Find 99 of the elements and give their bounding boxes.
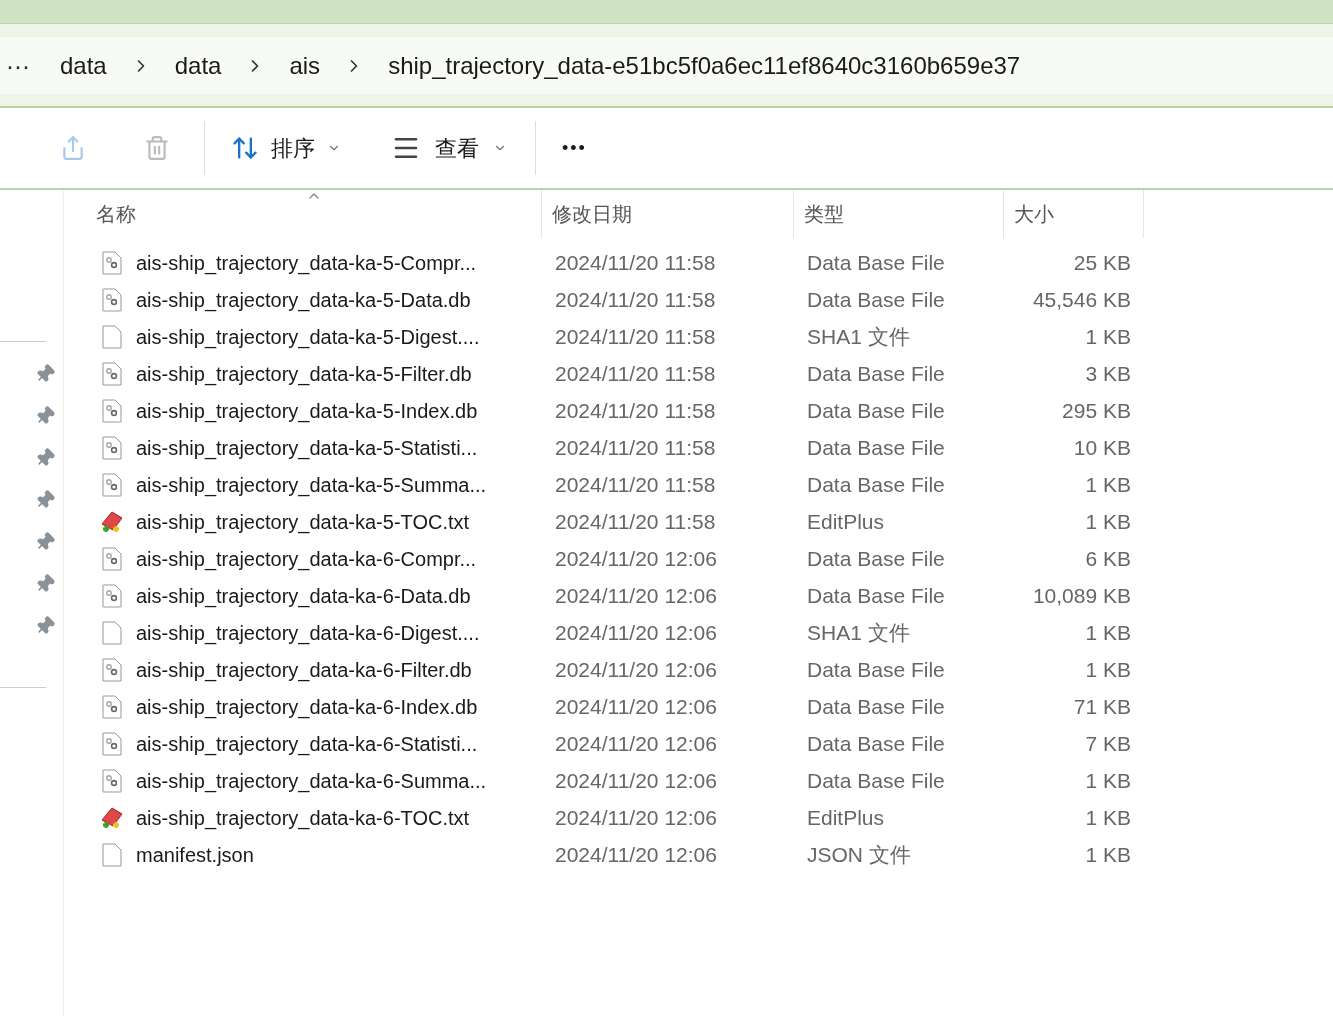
settings-file-icon [102,583,122,608]
share-icon[interactable] [60,135,86,161]
modified-date: 2024/11/20 11:58 [554,249,717,276]
file-size: 1 KB [1084,841,1132,868]
settings-file-icon [102,398,122,423]
file-name[interactable]: ais-ship_trajectory_data-ka-6-Summa... [136,765,487,796]
file-name[interactable]: ais-ship_trajectory_data-ka-5-TOC.txt [136,506,470,537]
modified-date: 2024/11/20 12:06 [554,656,718,683]
modified-date: 2024/11/20 11:58 [554,323,717,350]
file-size: 71 KB [1072,693,1132,720]
file-name[interactable]: ais-ship_trajectory_data-ka-5-Summa... [136,469,487,500]
notepad-icon [99,509,125,534]
file-size: 6 KB [1084,545,1132,572]
file-name[interactable]: ais-ship_trajectory_data-ka-6-Filter.db [136,654,472,685]
modified-date: 2024/11/20 11:58 [554,397,717,424]
settings-file-icon [102,657,122,682]
settings-file-icon [102,694,122,719]
breadcrumb-item[interactable]: data [174,47,222,84]
file-size: 7 KB [1084,730,1132,757]
breadcrumb-item[interactable]: data [60,47,107,84]
settings-file-icon [102,731,122,756]
modified-date: 2024/11/20 12:06 [554,619,718,646]
file-name[interactable]: ais-ship_trajectory_data-ka-5-Data.db [136,284,471,315]
settings-file-icon [102,768,122,793]
file-type: Data Base File [806,434,946,461]
modified-date: 2024/11/20 12:06 [554,804,718,831]
file-name[interactable]: ais-ship_trajectory_data-ka-6-Statisti... [136,728,478,759]
file-size: 1 KB [1084,804,1132,831]
modified-date: 2024/11/20 11:58 [554,360,717,387]
modified-date: 2024/11/20 12:06 [554,693,718,720]
file-type: EditPlus [806,508,886,535]
column-header[interactable]: 修改日期 [552,199,632,229]
file-type: Data Base File [806,656,946,683]
modified-date: 2024/11/20 11:58 [554,471,717,498]
file-size: 3 KB [1084,360,1132,387]
file-name[interactable]: ais-ship_trajectory_data-ka-6-Data.db [136,580,471,611]
settings-file-icon [102,287,122,312]
modified-date: 2024/11/20 12:06 [554,730,718,757]
view-button[interactable]: 查看 [391,131,507,165]
modified-date: 2024/11/20 12:06 [554,841,718,868]
trash-icon[interactable] [144,135,170,161]
file-type: JSON 文件 [806,841,912,868]
file-size: 1 KB [1084,767,1132,794]
blank-file-icon [102,324,122,349]
settings-file-icon [102,472,122,497]
settings-file-icon [102,361,122,386]
modified-date: 2024/11/20 11:58 [554,434,717,461]
file-type: Data Base File [806,397,946,424]
blank-file-icon [102,620,122,645]
file-type: Data Base File [806,360,946,387]
modified-date: 2024/11/20 12:06 [554,582,718,609]
file-type: Data Base File [806,545,946,572]
modified-date: 2024/11/20 11:58 [554,508,717,535]
file-type: Data Base File [806,693,946,720]
file-size: 1 KB [1084,471,1132,498]
file-size: 295 KB [1061,397,1132,424]
file-name[interactable]: ais-ship_trajectory_data-ka-5-Digest.... [136,321,480,352]
modified-date: 2024/11/20 12:06 [554,767,718,794]
notepad-icon [99,805,125,830]
settings-file-icon [102,435,122,460]
settings-file-icon [102,250,122,275]
column-header[interactable]: 类型 [804,199,844,229]
file-size: 10,089 KB [1031,582,1132,609]
file-size: 25 KB [1072,249,1132,276]
settings-file-icon [102,546,122,571]
file-name[interactable]: ais-ship_trajectory_data-ka-5-Compr... [136,247,477,278]
more-breadcrumbs[interactable]: ··· [6,47,60,84]
file-name[interactable]: ais-ship_trajectory_data-ka-5-Index.db [136,395,478,426]
file-type: Data Base File [806,286,946,313]
file-size: 1 KB [1084,508,1132,535]
modified-date: 2024/11/20 11:58 [554,286,717,313]
modified-date: 2024/11/20 12:06 [554,545,718,572]
breadcrumb-item[interactable]: ship_trajectory_data-e51bc5f0a6ec11ef8640c3160b659e37 [388,47,1021,84]
blank-file-icon [102,842,122,867]
file-name[interactable]: ais-ship_trajectory_data-ka-6-Digest.... [136,617,480,648]
file-type: SHA1 文件 [806,323,911,350]
file-name[interactable]: ais-ship_trajectory_data-ka-6-TOC.txt [136,802,470,833]
sort-button[interactable]: 排序 [231,131,341,165]
file-name[interactable]: manifest.json [136,839,254,870]
file-type: Data Base File [806,249,946,276]
file-size: 10 KB [1072,434,1132,461]
file-size: 1 KB [1084,656,1132,683]
file-size: 45,546 KB [1031,286,1132,313]
file-name[interactable]: ais-ship_trajectory_data-ka-6-Compr... [136,543,477,574]
file-type: EditPlus [806,804,886,831]
file-type: Data Base File [806,582,946,609]
file-type: Data Base File [806,767,946,794]
file-type: Data Base File [806,730,946,757]
file-type: SHA1 文件 [806,619,911,646]
file-size: 1 KB [1084,619,1132,646]
column-header[interactable]: 名称 [96,199,136,229]
column-header[interactable]: 大小 [1014,199,1054,229]
file-name[interactable]: ais-ship_trajectory_data-ka-6-Index.db [136,691,478,722]
more-options-button[interactable]: ••• [562,134,587,162]
file-name[interactable]: ais-ship_trajectory_data-ka-5-Filter.db [136,358,472,389]
breadcrumb-item[interactable]: ais [289,47,321,84]
file-name[interactable]: ais-ship_trajectory_data-ka-5-Statisti... [136,432,478,463]
file-size: 1 KB [1084,323,1132,350]
file-type: Data Base File [806,471,946,498]
